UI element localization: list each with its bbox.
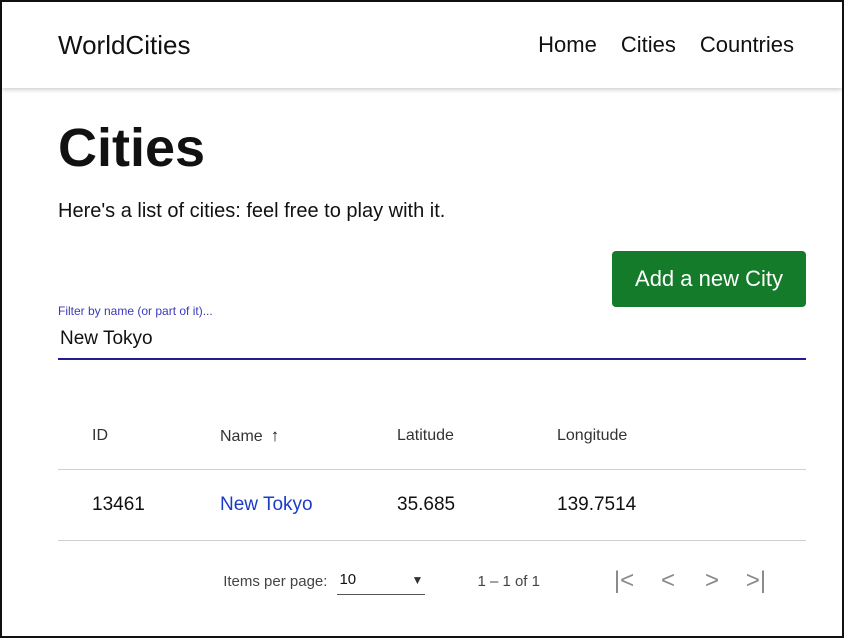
header-id[interactable]: ID (58, 403, 220, 470)
main-content: Cities Here's a list of cities: feel fre… (2, 118, 842, 621)
header-longitude-label: Longitude (557, 427, 628, 444)
filter-input[interactable] (58, 324, 806, 360)
items-per-page-select[interactable]: 10 ▼ (337, 567, 426, 595)
nav-link-countries[interactable]: Countries (700, 32, 794, 58)
page-title: Cities (58, 118, 206, 178)
nav-link-cities[interactable]: Cities (621, 32, 676, 58)
cell-id: 13461 (58, 469, 220, 541)
header-id-label: ID (92, 427, 108, 444)
city-name-link[interactable]: New Tokyo (220, 494, 313, 515)
add-city-button[interactable]: Add a new City (612, 251, 806, 307)
page-subtitle: Here's a list of cities: feel free to pl… (58, 200, 446, 222)
cell-latitude: 35.685 (397, 469, 557, 541)
last-page-icon[interactable]: >| (734, 567, 778, 595)
cell-longitude: 139.7514 (557, 469, 806, 541)
dropdown-arrow-icon: ▼ (411, 572, 424, 587)
cities-table: ID Name ↑ Latitude Longitude 13461 New To… (58, 403, 806, 541)
header-name[interactable]: Name ↑ (220, 403, 397, 470)
chevron-left-icon[interactable]: < (646, 567, 690, 595)
add-row: Add a new City (58, 251, 806, 307)
sort-ascending-icon[interactable]: ↑ (271, 426, 280, 446)
header-longitude[interactable]: Longitude (557, 403, 806, 470)
filter-field: Filter by name (or part of it)... (58, 304, 806, 360)
top-toolbar: WorldCities Home Cities Countries (2, 2, 842, 88)
filter-label: Filter by name (or part of it)... (58, 304, 213, 318)
items-per-page-value: 10 (339, 571, 357, 588)
table-row: 13461 New Tokyo 35.685 139.7514 (58, 469, 806, 541)
header-latitude-label: Latitude (397, 427, 454, 444)
app-brand[interactable]: WorldCities (58, 30, 190, 61)
chevron-right-icon[interactable]: > (690, 567, 734, 595)
items-per-page-label: Items per page: (223, 572, 328, 590)
header-name-label: Name (220, 428, 263, 445)
page-range-label: 1 – 1 of 1 (477, 572, 540, 590)
cell-name: New Tokyo (220, 469, 397, 541)
header-latitude[interactable]: Latitude (397, 403, 557, 470)
main-nav: Home Cities Countries (538, 32, 794, 58)
nav-link-home[interactable]: Home (538, 32, 597, 58)
first-page-icon[interactable]: |< (602, 567, 646, 595)
table-header-row: ID Name ↑ Latitude Longitude (58, 403, 806, 470)
paginator: Items per page: 10 ▼ 1 – 1 of 1 |< < > >… (58, 541, 806, 621)
